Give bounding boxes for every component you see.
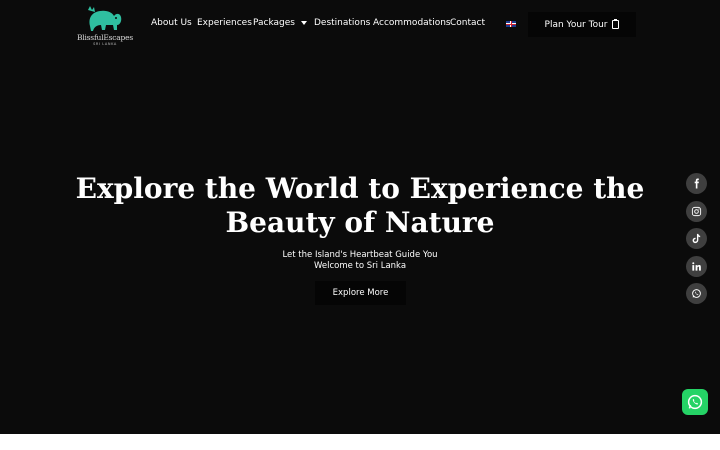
chevron-down-icon (301, 20, 307, 25)
tiktok-icon[interactable] (686, 228, 707, 249)
hero-subtitle: Let the Island's Heartbeat Guide You Wel… (160, 250, 560, 271)
logo-subtext: SRI LANKA (93, 42, 117, 46)
site-header: BlissfulEscapes SRI LANKA About Us Exper… (0, 0, 720, 48)
hero-title: Explore the World to Experience the Beau… (60, 172, 660, 240)
site-logo[interactable]: BlissfulEscapes SRI LANKA (76, 4, 134, 46)
plan-your-tour-button[interactable]: Plan Your Tour (528, 12, 636, 37)
hero-subtitle-line1: Let the Island's Heartbeat Guide You (282, 250, 438, 260)
whatsapp-icon[interactable] (686, 283, 707, 304)
nav-contact[interactable]: Contact (450, 18, 485, 28)
next-section (0, 434, 720, 450)
instagram-icon[interactable] (686, 201, 707, 222)
logo-text: BlissfulEscapes (76, 33, 134, 42)
nav-packages[interactable]: Packages (253, 18, 307, 28)
hero-title-line1: Explore the World to Experience the (75, 172, 645, 205)
nav-experiences[interactable]: Experiences (197, 18, 252, 28)
elephant-logo-icon (88, 6, 122, 31)
clipboard-icon (612, 19, 620, 29)
hero-title-line2: Beauty of Nature (225, 206, 495, 239)
nav-packages-label: Packages (253, 18, 295, 28)
explore-more-button[interactable]: Explore More (315, 281, 406, 305)
linkedin-icon[interactable] (686, 256, 707, 277)
plan-your-tour-label: Plan Your Tour (544, 19, 608, 30)
facebook-icon[interactable] (686, 173, 707, 194)
whatsapp-chat-button[interactable] (682, 389, 708, 415)
nav-about-us[interactable]: About Us (151, 18, 192, 28)
uk-flag-icon[interactable] (506, 21, 516, 27)
hero-subtitle-line2: Welcome to Sri Lanka (313, 260, 407, 271)
whatsapp-icon (687, 394, 703, 410)
nav-accommodations[interactable]: Accommodations (373, 18, 451, 28)
nav-destinations[interactable]: Destinations (314, 18, 370, 28)
